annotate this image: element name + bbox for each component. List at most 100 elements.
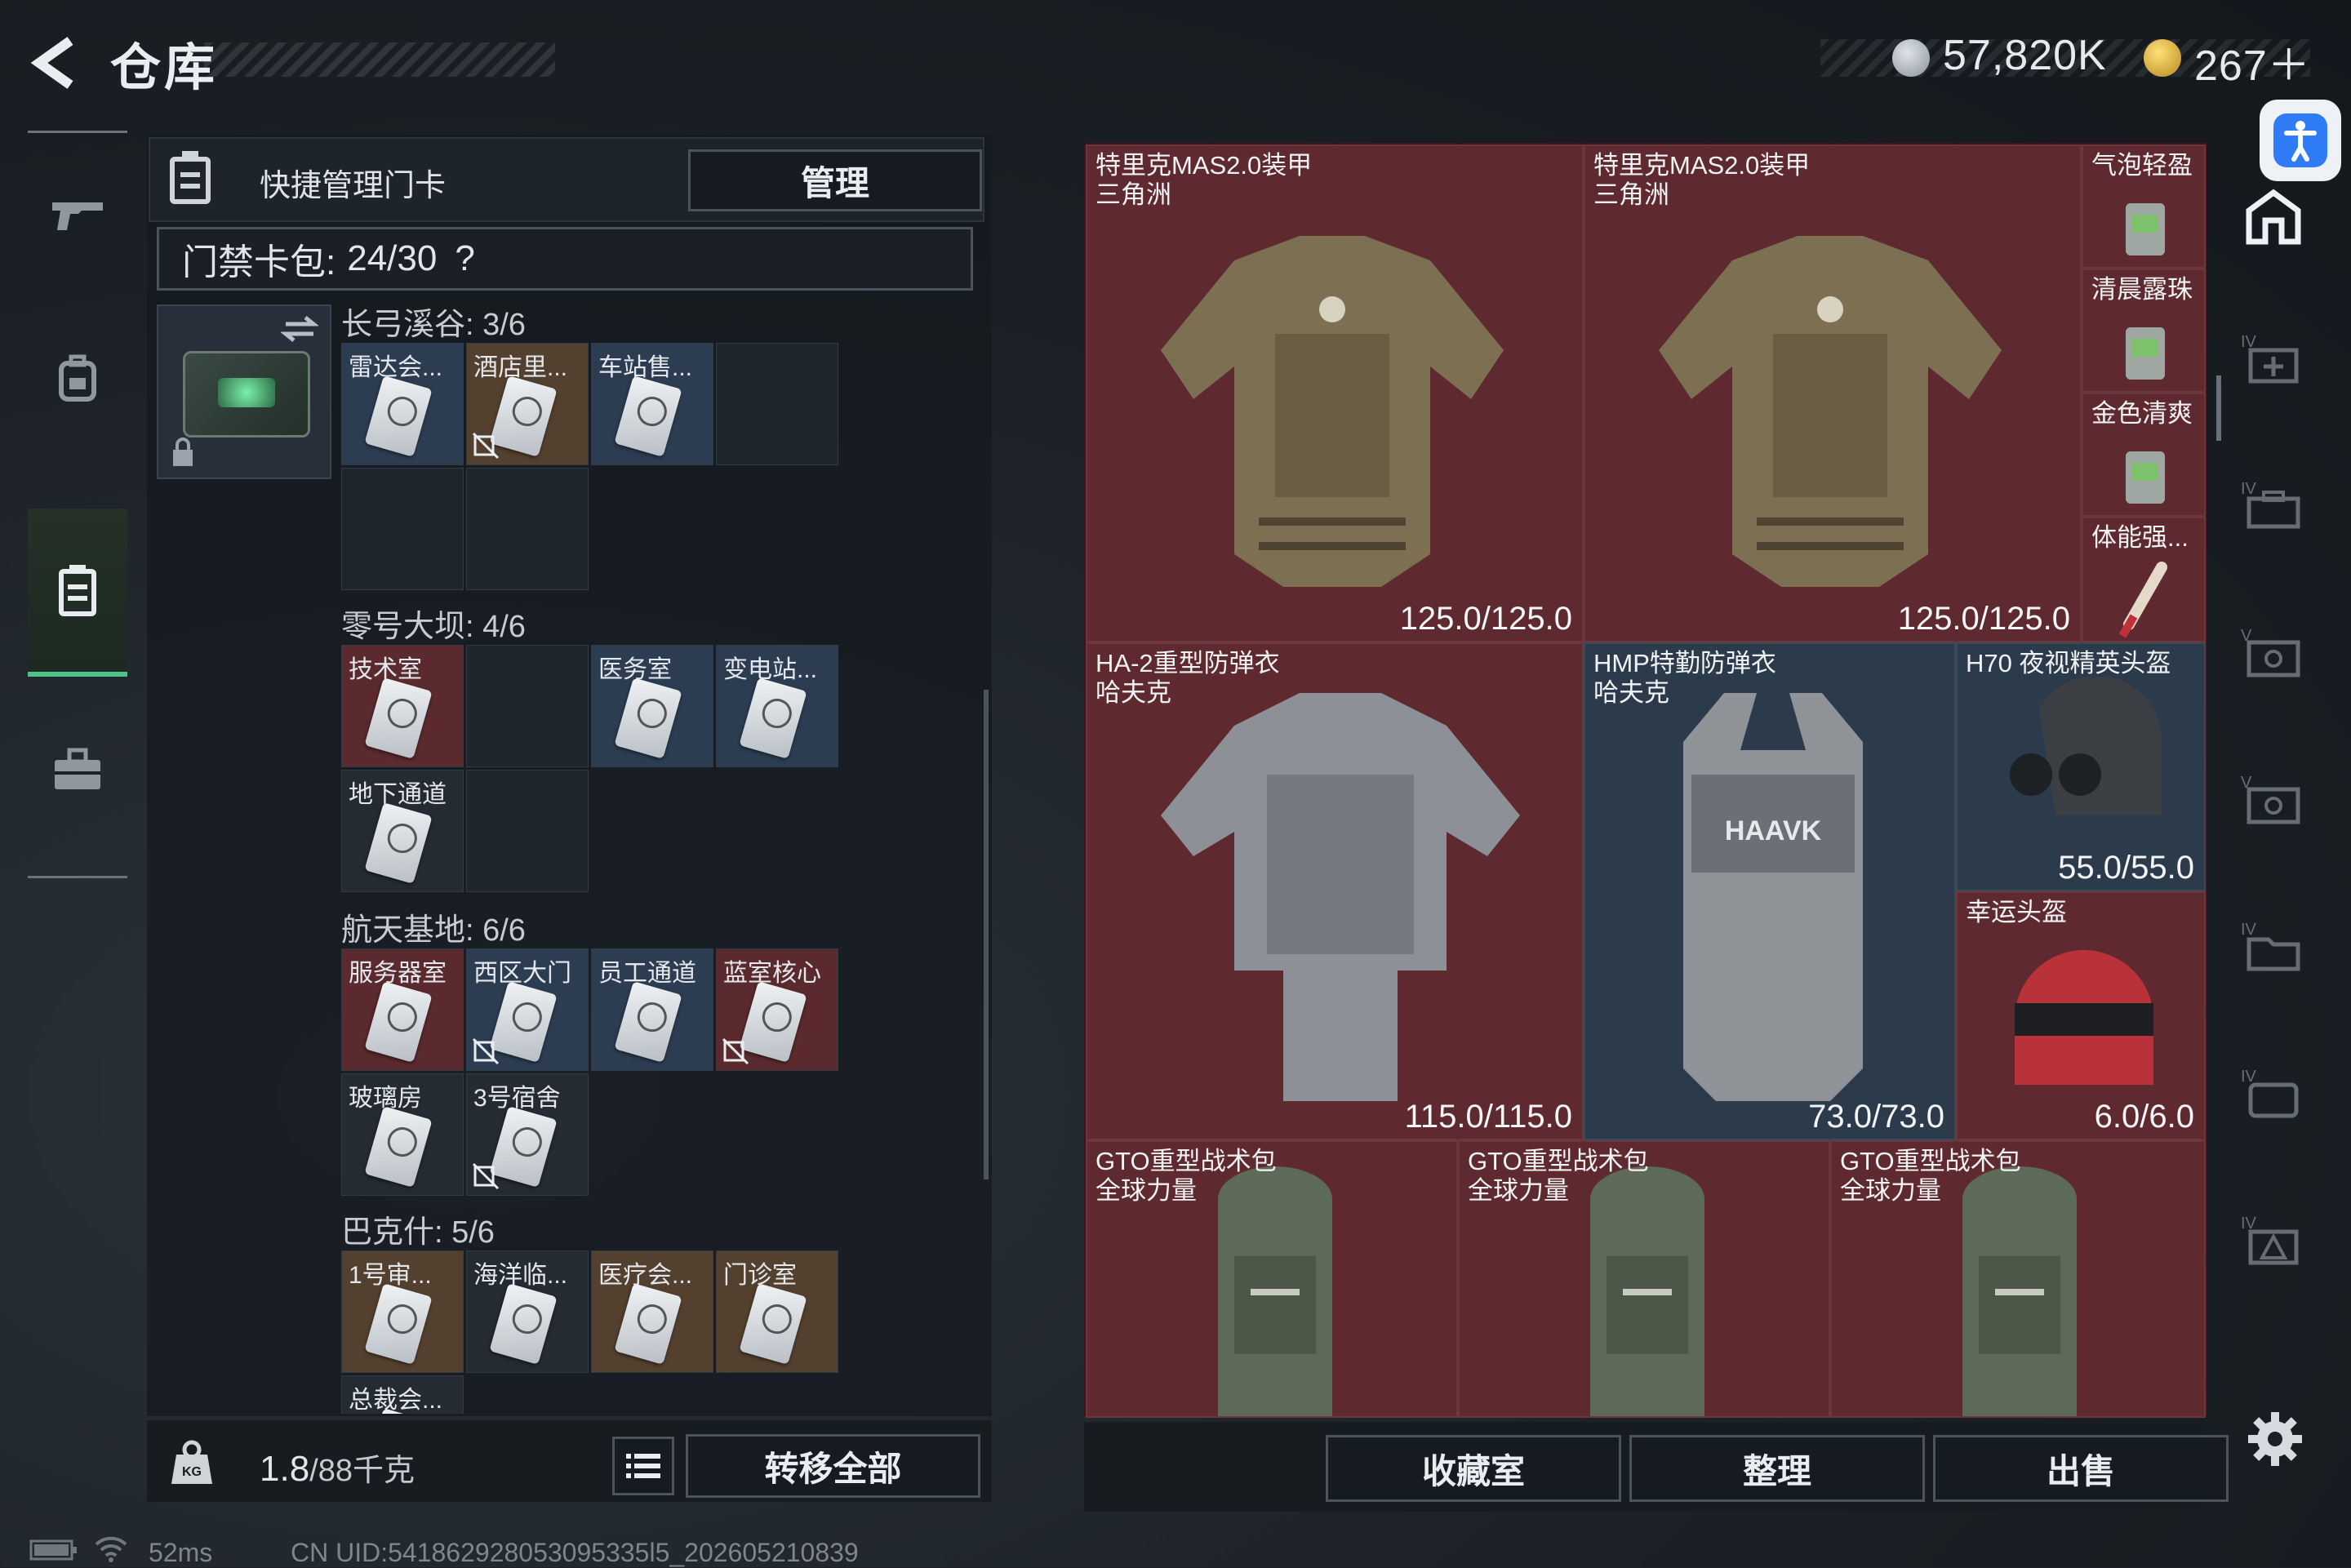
item-name-block: 特里克MAS2.0装甲 三角洲 [1096,151,1312,210]
back-arrow-icon[interactable] [28,34,85,91]
armor-image [1161,236,1504,587]
container-bag-icon[interactable]: IV [2241,1065,2306,1122]
keycard-slot[interactable]: 雷达会... [341,343,464,465]
nav-weapons[interactable] [28,133,127,296]
item-name: H70 夜视精英头盔 [1966,649,2171,677]
keycard-slot[interactable]: 酒店里... [466,343,589,465]
keycard-holder-icon [170,151,211,204]
keycard-slot[interactable]: 医疗会... [591,1250,713,1373]
stash-item[interactable]: 特里克MAS2.0装甲 三角洲 125.0/125.0 [1086,144,1584,642]
empty-slot[interactable] [466,645,589,767]
container-case-icon[interactable]: IV [2241,478,2306,535]
collection-room-button[interactable]: 收藏室 [1326,1435,1621,1502]
keycard-item-image [364,677,433,759]
keycard-slot-label: 西区大门 [473,960,571,987]
keycard-slot[interactable]: 门诊室 [716,1250,838,1373]
keycard-slot[interactable]: 车站售... [591,343,713,465]
backpack-icon [59,354,96,402]
stash-item[interactable]: GTO重型战术包 全球力量 [1086,1140,1458,1418]
wifi-icon [95,1536,127,1562]
keycard-item-image [739,677,807,759]
empty-slot[interactable] [716,343,838,465]
svg-text:IV: IV [2241,921,2257,939]
list-view-button[interactable] [612,1437,674,1495]
container-medkit-icon[interactable]: IV [2241,331,2306,388]
swap-icon[interactable] [281,313,318,345]
accessibility-button[interactable] [2260,100,2341,181]
helmet-nv-image [2010,677,2162,815]
item-brand: 全球力量 [1468,1176,1569,1205]
stash-item[interactable]: GTO重型战术包 全球力量 [1830,1140,2206,1418]
empty-slot[interactable] [466,770,589,892]
item-brand: 全球力量 [1096,1176,1197,1205]
nav-toolbox[interactable] [28,688,127,851]
keycard-slot[interactable]: 员工通道 [591,948,713,1071]
item-durability: 115.0/115.0 [1404,1099,1572,1135]
keycard-slot[interactable]: 蓝室核心 [716,948,838,1071]
keycard-slot-label: 蓝室核心 [723,960,821,987]
container-safe-icon[interactable]: V [2241,624,2306,682]
keycard-slot[interactable]: 变电站... [716,645,838,767]
container-safe-2-icon[interactable]: V [2241,771,2306,828]
gun-icon [52,202,103,230]
keycard-grid: 1号审... 海洋临... 医疗会... 门诊室总裁会... [341,1250,838,1414]
stash-item[interactable]: 体能强... [2082,517,2206,642]
item-name: 气泡轻盈 [2091,151,2193,180]
sell-button[interactable]: 出售 [1933,1435,2229,1502]
transfer-all-button[interactable]: 转移全部 [686,1434,980,1498]
stash-item[interactable]: 幸运头盔 6.0/6.0 [1956,891,2206,1140]
keycard-slot[interactable]: 1号审... [341,1250,464,1373]
empty-slot[interactable] [341,468,464,590]
stash-house-icon[interactable] [2241,188,2306,245]
keycard-preview[interactable] [157,304,331,479]
item-name-block: 气泡轻盈 [2091,151,2193,180]
container-warning-icon[interactable]: IV [2241,1212,2306,1269]
keycard-slot[interactable]: 服务器室 [341,948,464,1071]
stash-item[interactable]: GTO重型战术包 全球力量 [1458,1140,1830,1418]
stash-item[interactable]: HAAVK HMP特勤防弹衣 哈夫克 73.0/73.0 [1584,642,1956,1140]
keycard-scrollbar[interactable] [984,690,989,1179]
svg-text:KG: KG [182,1465,202,1479]
keycard-slot[interactable]: 总裁会... [341,1375,464,1414]
item-durability: 125.0/125.0 [1897,601,2070,637]
item-brand: 哈夫克 [1593,678,1669,707]
stash-item[interactable]: HA-2重型防弹衣 哈夫克 115.0/115.0 [1086,642,1584,1140]
unbound-icon [472,1037,500,1065]
stash-item[interactable]: H70 夜视精英头盔 55.0/55.0 [1956,642,2206,891]
nav-keycards[interactable] [28,509,127,677]
container-folder-icon[interactable]: IV [2241,918,2306,975]
drink-image [2126,327,2165,380]
keycard-slot[interactable]: 3号宿舍 [466,1073,589,1196]
stash-item[interactable]: 特里克MAS2.0装甲 三角洲 125.0/125.0 [1584,144,2082,642]
keycard-slot[interactable]: 地下通道 [341,770,464,892]
card-pack-help[interactable]: ? [455,238,474,279]
keycard-slot[interactable]: 海洋临... [466,1250,589,1373]
item-name: 特里克MAS2.0装甲 [1096,151,1313,180]
item-name-block: HA-2重型防弹衣 哈夫克 [1096,649,1280,708]
keycard-slot-label: 车站售... [598,354,693,381]
stash-item[interactable]: 清晨露珠 [2082,269,2206,393]
keycard-slot-label: 医疗会... [598,1262,693,1289]
keycard-item-image [614,677,682,759]
battery-icon [29,1539,77,1561]
sort-button[interactable]: 整理 [1629,1435,1925,1502]
keycard-slot-label: 服务器室 [349,960,447,987]
stash-scrollbar[interactable] [2216,375,2221,441]
item-durability: 73.0/73.0 [1808,1099,1944,1135]
empty-slot[interactable] [466,468,589,590]
keycard-slot[interactable]: 技术室 [341,645,464,767]
keycard-slot[interactable]: 医务室 [591,645,713,767]
keycard-slot[interactable]: 玻璃房 [341,1073,464,1196]
manage-button[interactable]: 管理 [688,149,982,211]
stash-item[interactable]: 气泡轻盈 [2082,144,2206,269]
stash-item[interactable]: 金色清爽 [2082,393,2206,517]
section-title: 巴克什: 5/6 [341,1215,495,1250]
keycard-item-image [364,375,433,457]
keycard-slot[interactable]: 西区大门 [466,948,589,1071]
vest-plate-image: HAAVK [1683,693,1863,1101]
section-title: 长弓溪谷: 3/6 [341,308,526,342]
nav-equipment[interactable] [28,296,127,460]
keycard-slot-label: 总裁会... [349,1387,443,1414]
currency-gold[interactable]: 267＋ [2194,31,2311,92]
settings-gear-icon[interactable] [2247,1410,2304,1468]
